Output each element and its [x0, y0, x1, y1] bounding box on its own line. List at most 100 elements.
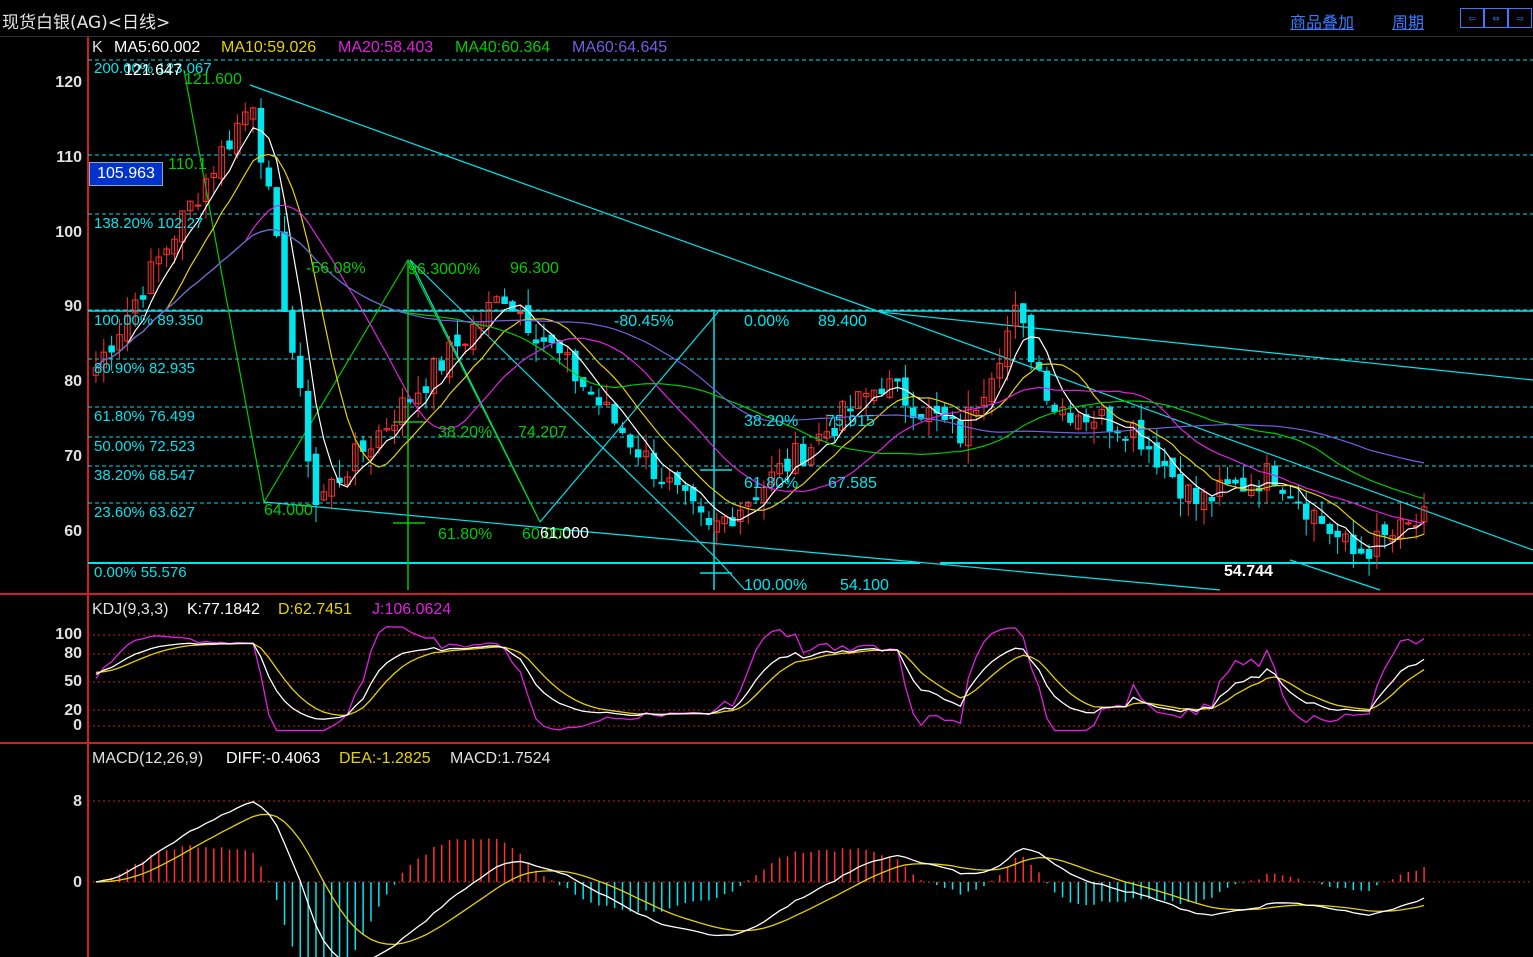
candle-body	[281, 231, 288, 312]
annotation: -80.45%	[614, 313, 674, 330]
candle-body	[289, 310, 296, 353]
candle-body	[257, 108, 265, 163]
candle-body	[847, 408, 854, 412]
trend-line	[879, 311, 1533, 551]
ma5-value: MA5:60.002	[114, 39, 201, 56]
fib-level-label: 23.60% 63.627	[94, 504, 195, 521]
candle-body	[1161, 460, 1168, 466]
price-tick: 90	[64, 298, 82, 315]
annotation: 96.300	[510, 260, 559, 277]
candle-body	[1027, 314, 1035, 363]
fib-level-label: 0.00% 55.576	[94, 564, 187, 581]
macd-diff-value: DIFF:-0.4063	[226, 750, 321, 767]
overlay-commodity-link[interactable]: 商品叠加	[1290, 9, 1354, 33]
candle-body	[1405, 522, 1412, 525]
candle-body	[1302, 503, 1310, 520]
kdj-tick: 80	[64, 645, 82, 662]
fib-level-label: 50.00% 72.523	[94, 438, 195, 455]
annotation: 75.915	[826, 413, 875, 430]
period-link[interactable]: 周期	[1392, 9, 1424, 33]
annotation: 89.400	[818, 313, 867, 330]
candle-body	[1232, 479, 1239, 484]
scroll-right-icon[interactable]: ⇨	[1508, 8, 1532, 28]
annotation: 96.3000%	[408, 261, 481, 278]
candle-body	[501, 296, 508, 305]
title-bar: 现货白银(AG)<日线> 商品叠加 周期 ⇦ ⇔ ⇨	[0, 0, 1533, 37]
annotation: 64.000	[264, 502, 313, 519]
price-tick: 100	[55, 224, 82, 241]
kline-label: K	[92, 39, 103, 56]
ma60-value: MA60:64.645	[572, 39, 668, 56]
annotation: 67.585	[828, 475, 877, 492]
candle-body	[1326, 524, 1334, 534]
candle-body	[312, 453, 320, 505]
candle-body	[611, 403, 618, 424]
candle-body	[1122, 438, 1129, 441]
fib-level-label: 100.00% 89.350	[94, 312, 204, 329]
candle-body	[957, 420, 964, 444]
trend-line	[879, 311, 1533, 381]
price-tick: 70	[64, 448, 82, 465]
kdj-tick: 50	[64, 673, 82, 690]
candle-body	[532, 339, 540, 344]
candle-body	[1224, 479, 1231, 485]
candle-body	[1067, 412, 1074, 423]
candle-body	[1334, 530, 1341, 538]
price-tick: 110	[56, 149, 82, 166]
annotation: 61.80%	[744, 475, 799, 492]
annotation: 54.744	[1224, 563, 1273, 580]
candle-body	[705, 517, 713, 526]
candle-body	[438, 360, 445, 371]
candle-body	[697, 506, 705, 513]
price-tick: 80	[64, 373, 82, 390]
ma-line-40	[95, 229, 1425, 500]
trend-line	[409, 259, 719, 561]
candle-body	[1357, 548, 1365, 554]
candle-body	[1381, 524, 1389, 536]
annotation: 38.20%	[744, 413, 799, 430]
candle-body	[1020, 303, 1027, 324]
candle-body	[139, 295, 147, 300]
candle-body	[682, 485, 689, 491]
price-tick: 120	[55, 74, 82, 91]
macd-dea-value: DEA:-1.2825	[339, 750, 431, 767]
annotation: 0.00%	[744, 313, 790, 330]
candle-body	[658, 481, 666, 485]
candle-body	[784, 458, 791, 472]
macd-diff-line	[95, 801, 1425, 957]
candle-body	[1177, 474, 1184, 499]
kdj-k-value: K:77.1842	[187, 601, 260, 618]
candle-body	[297, 355, 304, 388]
candle-body	[265, 167, 273, 187]
kdj-d-value: D:62.7451	[278, 601, 352, 618]
annotation: 121.647	[124, 62, 182, 79]
annotation: 110.1	[168, 156, 207, 173]
macd-label: MACD(12,26,9)	[92, 750, 204, 767]
kdj-tick: 100	[55, 626, 82, 643]
ma10-value: MA10:59.026	[221, 39, 317, 56]
window-title: 现货白银(AG)<日线>	[2, 13, 171, 33]
scroll-left-icon[interactable]: ⇦	[1460, 8, 1484, 28]
annotation: 74.207	[518, 424, 567, 441]
candle-body	[878, 388, 886, 395]
ma40-value: MA40:60.364	[455, 39, 551, 56]
candle-body	[1279, 489, 1286, 494]
fib-level-label: 80.90% 82.935	[94, 360, 195, 377]
kdj-label: KDJ(9,3,3)	[92, 601, 169, 618]
ma20-value: MA20:58.403	[338, 39, 434, 56]
kdj-k-line	[95, 642, 1425, 720]
candle-body	[1287, 496, 1294, 499]
candle-body	[627, 434, 634, 448]
candle-body	[422, 386, 430, 393]
candle-body	[304, 391, 312, 462]
fib-level-label: 61.80% 76.499	[94, 408, 195, 425]
macd-dea-line	[95, 813, 1425, 946]
expand-icon[interactable]: ⇔	[1484, 8, 1508, 28]
annotation: 100.00%	[744, 577, 808, 594]
candle-body	[1192, 487, 1200, 505]
macd-hist-value: MACD:1.7524	[450, 750, 551, 767]
candle-body	[1208, 496, 1216, 502]
candle-body	[1043, 370, 1051, 401]
candle-body	[894, 378, 901, 382]
candle-body	[273, 187, 280, 237]
